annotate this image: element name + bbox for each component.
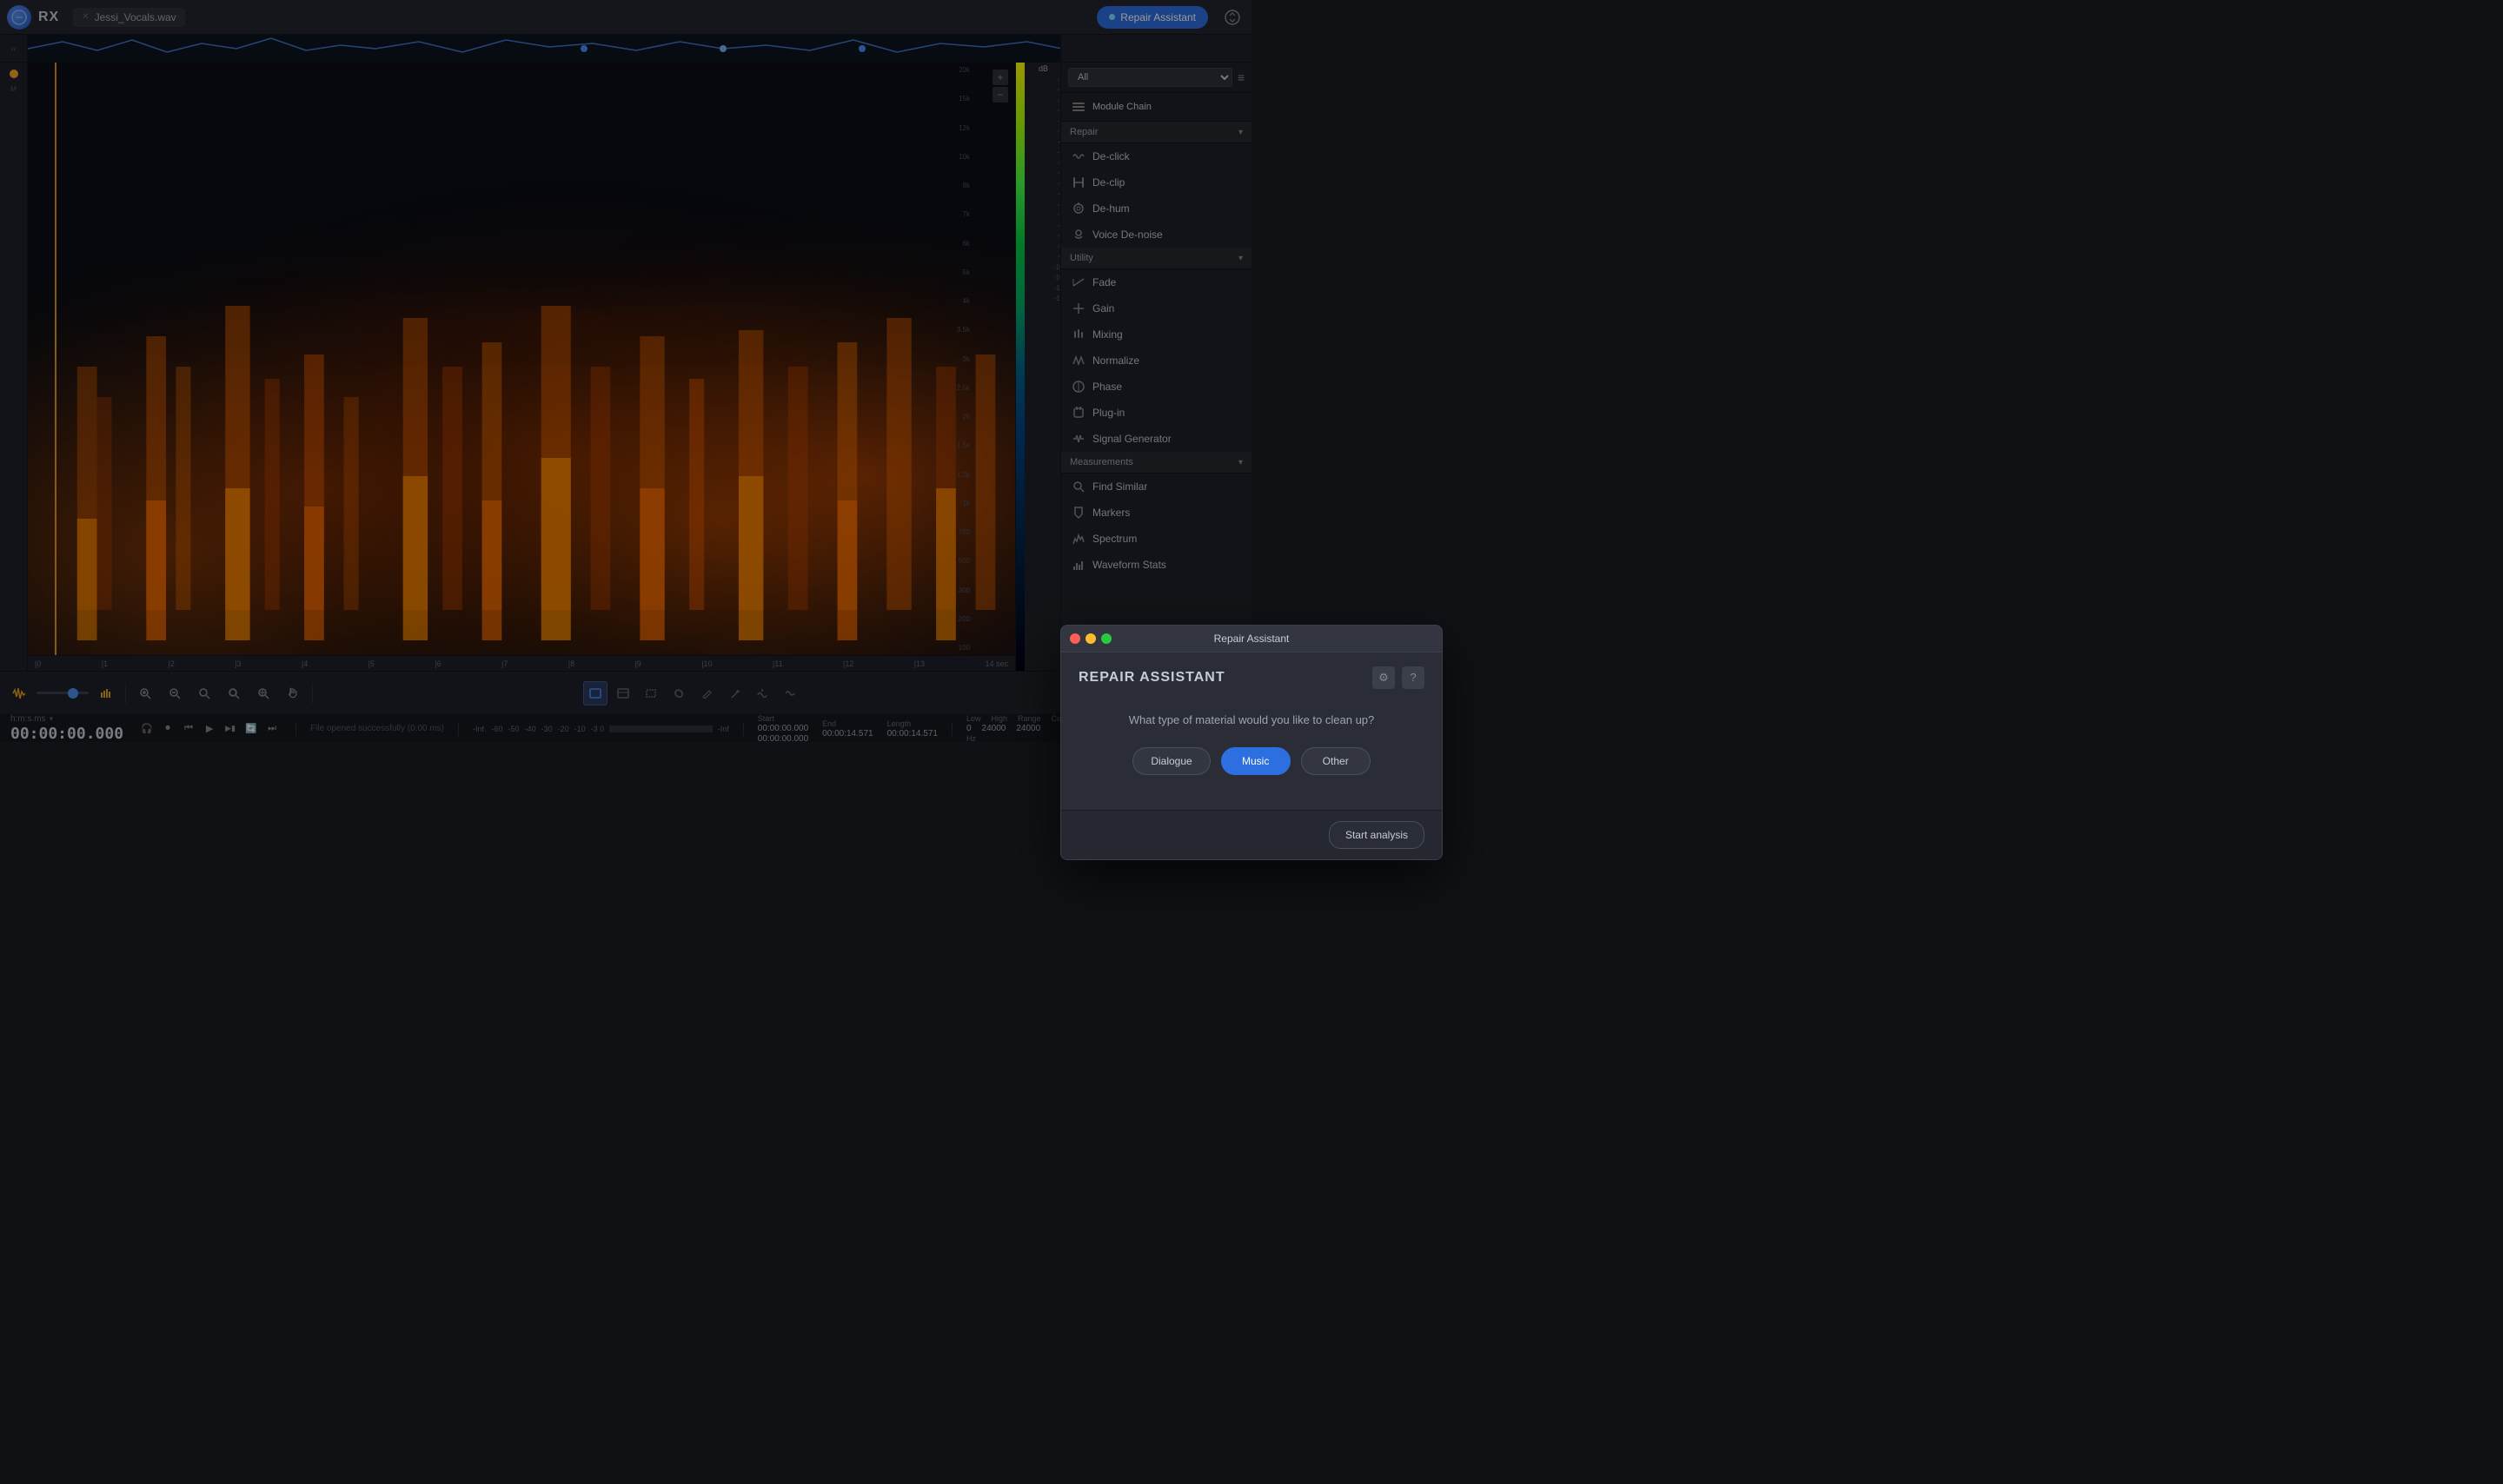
modal-heading: REPAIR ASSISTANT [1079,670,1225,686]
modal-question: What type of material would you like to … [1079,713,1424,726]
minimize-traffic-light[interactable] [1086,633,1096,644]
modal-header-row: REPAIR ASSISTANT ⚙ ? [1061,653,1442,696]
modal-overlay: Repair Assistant REPAIR ASSISTANT ⚙ ? Wh… [0,0,2503,1484]
modal-choices: Dialogue Music Other [1079,747,1424,775]
start-analysis-button[interactable]: Start analysis [1329,821,1424,849]
dialogue-choice-button[interactable]: Dialogue [1132,747,1210,775]
repair-assistant-modal: Repair Assistant REPAIR ASSISTANT ⚙ ? Wh… [1060,625,1443,860]
modal-footer: Start analysis [1061,810,1442,859]
other-choice-button[interactable]: Other [1301,747,1371,775]
modal-title: Repair Assistant [1214,633,1290,645]
modal-settings-button[interactable]: ⚙ [1372,666,1395,689]
modal-traffic-lights [1070,633,1112,644]
modal-body: What type of material would you like to … [1061,696,1442,810]
music-choice-button[interactable]: Music [1221,747,1291,775]
maximize-traffic-light[interactable] [1101,633,1112,644]
modal-header-icons: ⚙ ? [1372,666,1424,689]
modal-titlebar: Repair Assistant [1061,626,1442,653]
modal-help-button[interactable]: ? [1402,666,1424,689]
close-traffic-light[interactable] [1070,633,1080,644]
